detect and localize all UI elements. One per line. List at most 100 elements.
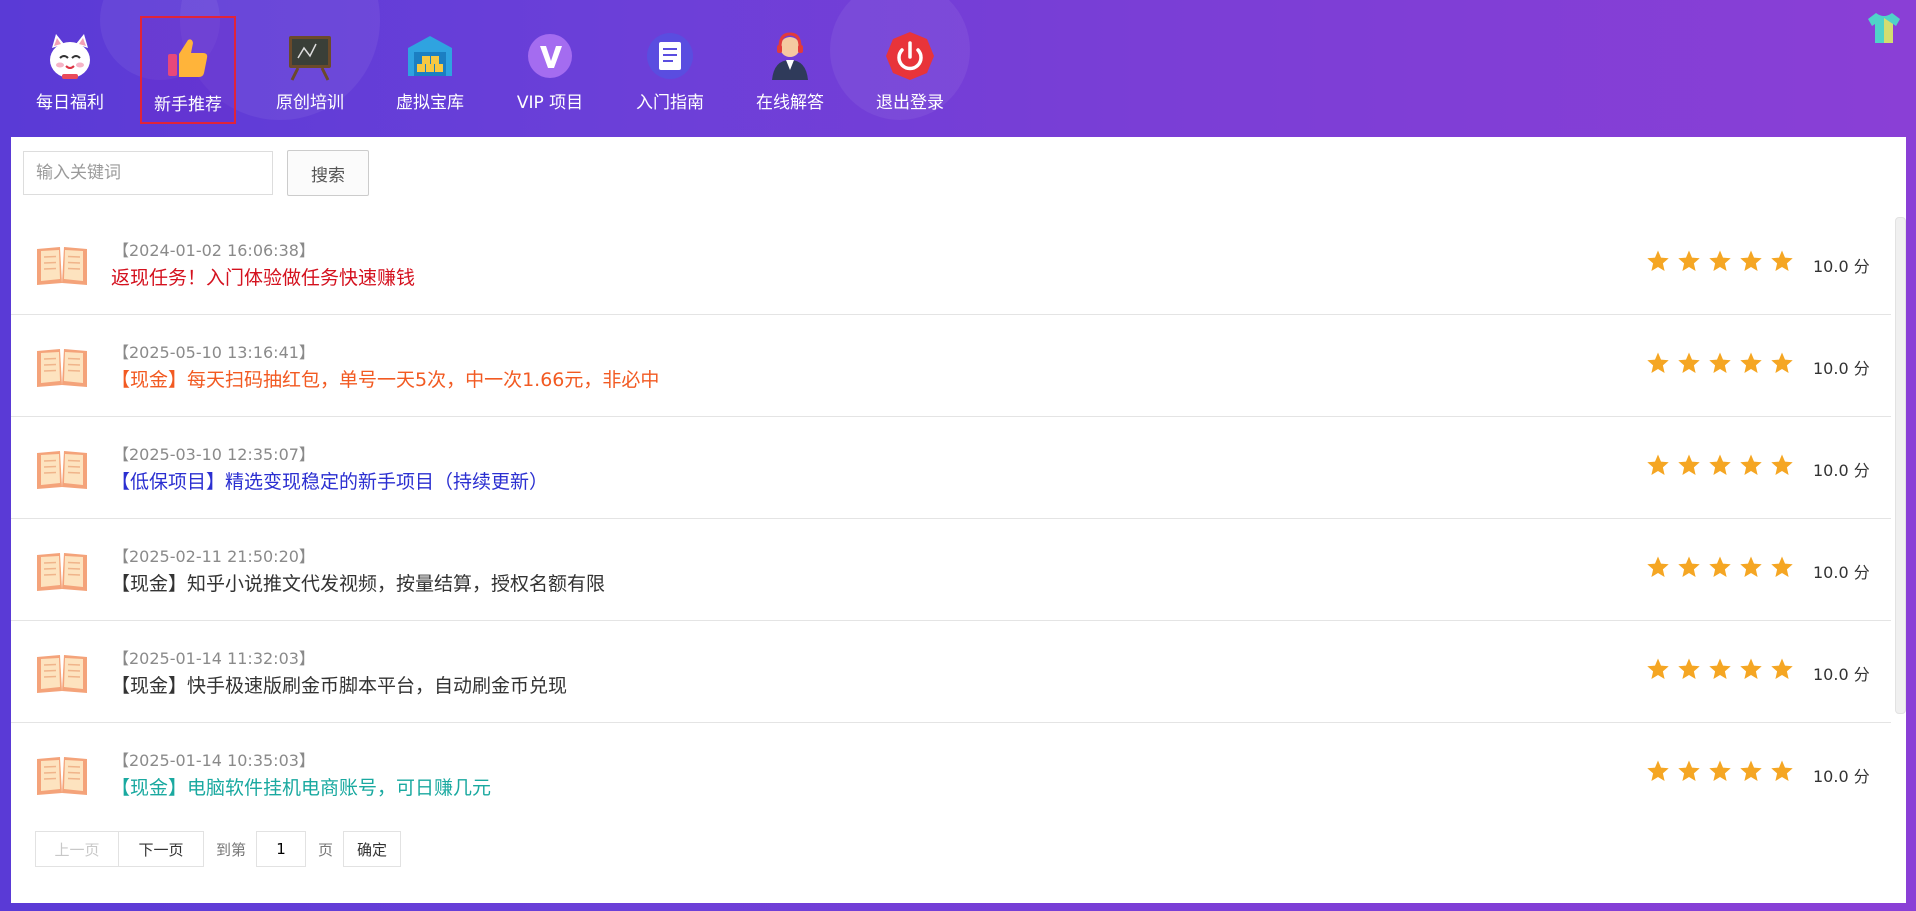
rating-stars [1646, 249, 1794, 273]
item-date: 【2025-01-14 10:35:03】 [113, 751, 315, 770]
nav-label: 每日福利 [36, 93, 104, 113]
star-icon [1709, 556, 1731, 577]
rating-stars [1646, 759, 1794, 783]
star-icon [1647, 556, 1669, 577]
star-icon [1647, 454, 1669, 475]
star-icon [1740, 556, 1762, 577]
star-icon [1709, 658, 1731, 679]
nav-item-online-answers[interactable]: 在线解答 [742, 16, 838, 124]
scrollbar[interactable] [1895, 217, 1906, 714]
book-icon [37, 655, 87, 693]
page-number-input[interactable] [256, 831, 307, 867]
nav-item-vip-project[interactable]: VIP 项目 [502, 16, 598, 124]
star-icon [1647, 658, 1669, 679]
nav-item-newbie-recommend[interactable]: 新手推荐 [140, 16, 236, 124]
item-date: 【2025-03-10 12:35:07】 [113, 445, 315, 464]
nav-label: 退出登录 [876, 93, 944, 113]
item-title-link[interactable]: 【现金】快手极速版刷金币脚本平台，自动刷金币兑现 [111, 671, 567, 698]
page-unit-label: 页 [318, 840, 334, 859]
nav-item-original-training[interactable]: 原创培训 [262, 16, 358, 124]
blackboard-icon [289, 36, 331, 81]
book-icon [37, 451, 87, 489]
content-panel: 搜索 【2024-01-02 16:06:38】返现任务！入门体验做任务快速赚钱… [11, 137, 1906, 903]
vip-icon [528, 34, 572, 78]
power-icon [886, 32, 934, 80]
goto-label: 到第 [216, 840, 247, 859]
article-list: 【2024-01-02 16:06:38】返现任务！入门体验做任务快速赚钱 10.… [11, 213, 1891, 824]
star-icon [1771, 556, 1793, 577]
list-item[interactable]: 【2025-01-14 11:32:03】【现金】快手极速版刷金币脚本平台，自动… [11, 621, 1891, 723]
star-icon [1771, 760, 1793, 781]
nav-label: 新手推荐 [154, 95, 222, 115]
item-score: 10.0 分 [1813, 257, 1870, 276]
star-icon [1647, 352, 1669, 373]
star-icon [1740, 352, 1762, 373]
star-icon [1709, 454, 1731, 475]
nav-label: 原创培训 [276, 93, 344, 113]
star-icon [1709, 352, 1731, 373]
star-icon [1678, 250, 1700, 271]
item-score: 10.0 分 [1813, 563, 1870, 582]
list-item[interactable]: 【2024-01-02 16:06:38】返现任务！入门体验做任务快速赚钱 10.… [11, 213, 1891, 315]
rating-stars [1646, 657, 1794, 681]
warehouse-icon [408, 36, 452, 76]
thumbs-up-icon [168, 39, 208, 77]
item-date: 【2025-01-14 11:32:03】 [113, 649, 315, 668]
nav-item-virtual-vault[interactable]: 虚拟宝库 [382, 16, 478, 124]
pagination: 上一页 下一页 到第 页 确定 [35, 830, 402, 868]
star-icon [1771, 658, 1793, 679]
item-title-link[interactable]: 【现金】电脑软件挂机电商账号，可日赚几元 [111, 773, 491, 800]
star-icon [1678, 556, 1700, 577]
star-icon [1678, 658, 1700, 679]
list-item[interactable]: 【2025-05-10 13:16:41】【现金】每天扫码抽红包，单号一天5次，… [11, 315, 1891, 417]
item-title-link[interactable]: 【现金】知乎小说推文代发视频，按量结算，授权名额有限 [111, 569, 605, 596]
star-icon [1740, 760, 1762, 781]
book-icon [37, 553, 87, 591]
next-page-button[interactable]: 下一页 [119, 831, 204, 867]
support-agent-icon [772, 32, 808, 80]
document-icon [647, 33, 693, 79]
star-icon [1740, 250, 1762, 271]
top-navigation-bar: 每日福利 新手推荐 原创培训 虚拟宝库 VIP 项目 入门指南 在线解答 退出登… [0, 0, 1916, 137]
confirm-page-button[interactable]: 确定 [343, 831, 402, 867]
item-date: 【2025-02-11 21:50:20】 [113, 547, 315, 566]
star-icon [1678, 454, 1700, 475]
item-title-link[interactable]: 【现金】每天扫码抽红包，单号一天5次，中一次1.66元，非必中 [111, 365, 659, 392]
list-item[interactable]: 【2025-01-14 10:35:03】【现金】电脑软件挂机电商账号，可日赚几… [11, 723, 1891, 824]
star-icon [1678, 760, 1700, 781]
search-input[interactable] [23, 151, 273, 195]
book-icon [37, 757, 87, 795]
rating-stars [1646, 351, 1794, 375]
prev-page-button[interactable]: 上一页 [35, 831, 119, 867]
nav-item-logout[interactable]: 退出登录 [862, 16, 958, 124]
nav-item-beginner-guide[interactable]: 入门指南 [622, 16, 718, 124]
search-button[interactable]: 搜索 [287, 150, 369, 196]
item-date: 【2025-05-10 13:16:41】 [113, 343, 315, 362]
nav-item-daily-welfare[interactable]: 每日福利 [22, 16, 118, 124]
nav-label: 虚拟宝库 [396, 93, 464, 113]
star-icon [1678, 352, 1700, 373]
lucky-cat-icon [50, 34, 90, 79]
item-title-link[interactable]: 【低保项目】精选变现稳定的新手项目（持续更新） [111, 467, 548, 494]
rating-stars [1646, 555, 1794, 579]
item-score: 10.0 分 [1813, 461, 1870, 480]
star-icon [1740, 454, 1762, 475]
star-icon [1647, 250, 1669, 271]
star-icon [1771, 454, 1793, 475]
star-icon [1709, 250, 1731, 271]
nav-label: 在线解答 [756, 93, 824, 113]
rating-stars [1646, 453, 1794, 477]
star-icon [1709, 760, 1731, 781]
star-icon [1771, 352, 1793, 373]
item-title-link[interactable]: 返现任务！入门体验做任务快速赚钱 [111, 263, 415, 290]
list-item[interactable]: 【2025-02-11 21:50:20】【现金】知乎小说推文代发视频，按量结算… [11, 519, 1891, 621]
star-icon [1771, 250, 1793, 271]
skin-shirt-icon[interactable] [1864, 10, 1904, 46]
list-item[interactable]: 【2025-03-10 12:35:07】【低保项目】精选变现稳定的新手项目（持… [11, 417, 1891, 519]
item-date: 【2024-01-02 16:06:38】 [113, 241, 315, 260]
item-score: 10.0 分 [1813, 665, 1870, 684]
book-icon [37, 247, 87, 285]
item-score: 10.0 分 [1813, 767, 1870, 786]
star-icon [1647, 760, 1669, 781]
star-icon [1740, 658, 1762, 679]
